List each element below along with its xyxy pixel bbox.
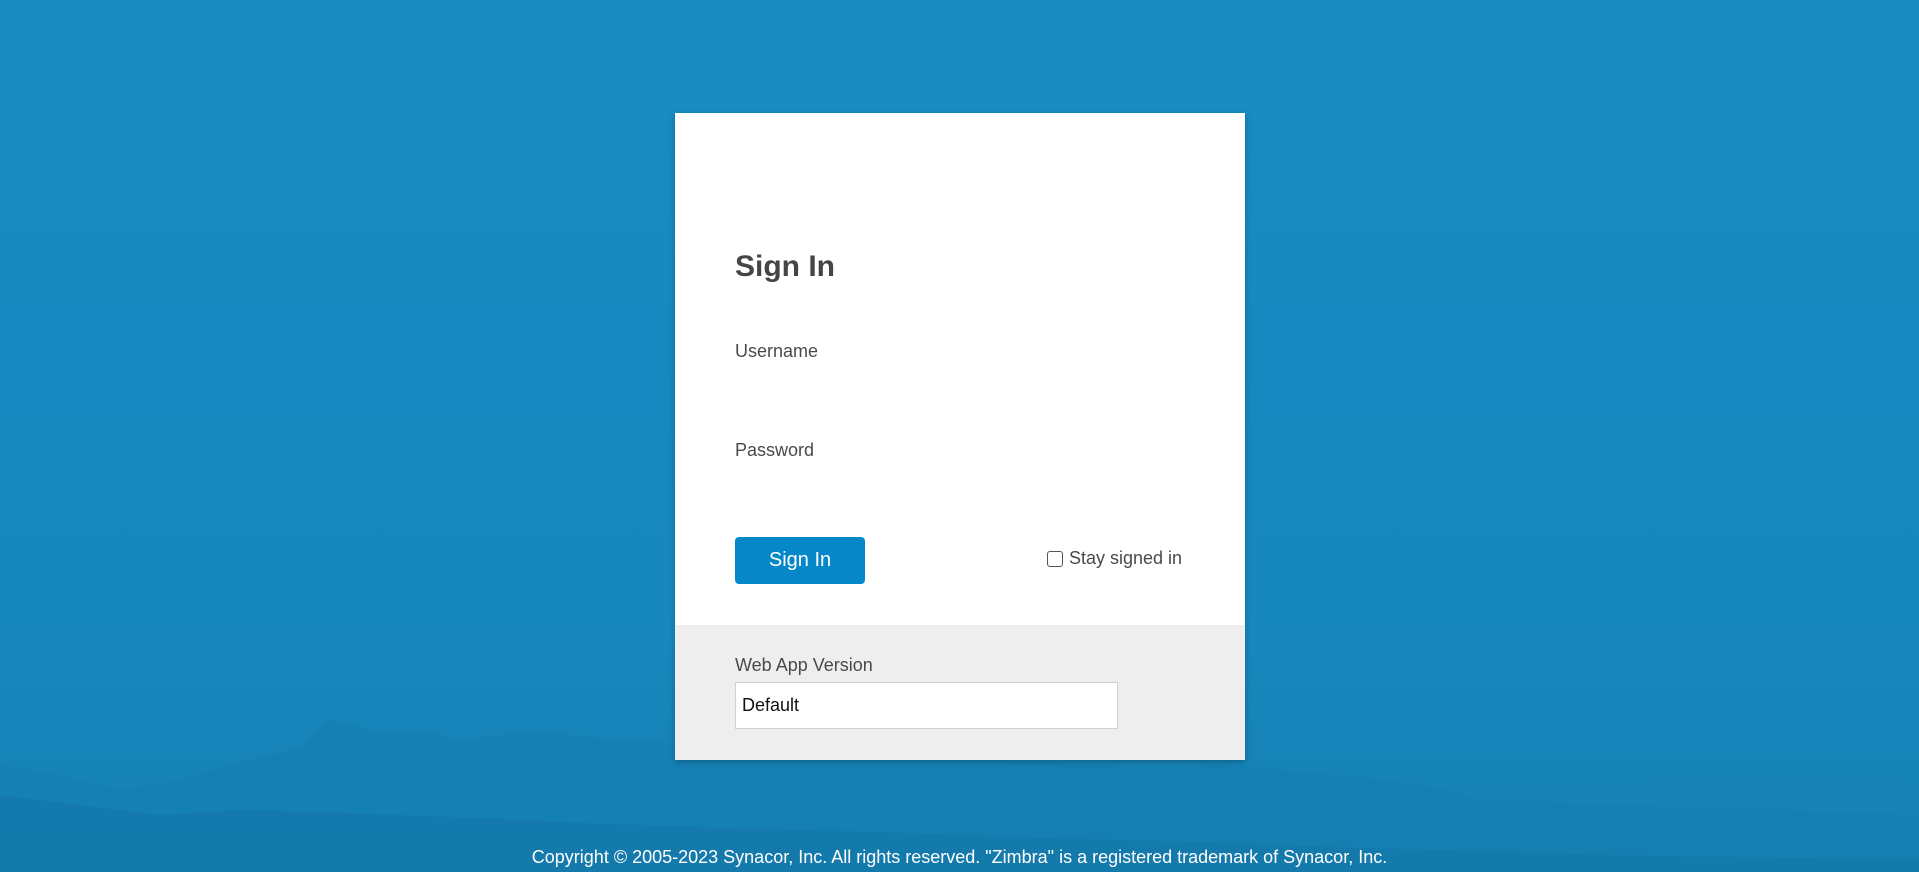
password-label: Password <box>735 440 815 460</box>
page-title: Sign In <box>735 250 835 283</box>
web-app-version-select[interactable]: Default <box>735 682 1118 729</box>
copyright-footer: Copyright © 2005-2023 Synacor, Inc. All … <box>531 847 1388 867</box>
password-input[interactable] <box>735 468 1189 500</box>
stay-signed-in-label: Stay signed in <box>1069 548 1183 568</box>
web-app-version-value: Default <box>742 695 800 715</box>
stay-signed-in-checkbox[interactable] <box>1047 550 1063 567</box>
username-label: Username <box>735 341 819 361</box>
web-app-version-label: Web App Version <box>735 655 873 675</box>
username-input[interactable] <box>735 369 1189 401</box>
sign-in-button[interactable]: Sign In <box>735 537 865 584</box>
stay-signed-in-toggle[interactable]: Stay signed in <box>1047 548 1182 569</box>
login-card: Sign In Username Password Sign In Stay s… <box>675 113 1245 760</box>
